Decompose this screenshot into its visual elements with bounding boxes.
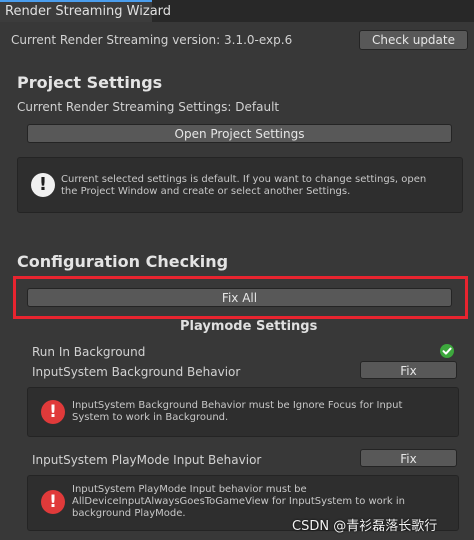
csdn-watermark: CSDN @青衫磊落长歌行	[292, 519, 438, 534]
open-project-settings-button[interactable]: Open Project Settings	[27, 124, 452, 143]
background-behavior-error-box: ! InputSystem Background Behavior must b…	[27, 387, 459, 437]
error-line-2: AllDeviceInputAlwaysGoesToGameView for I…	[72, 496, 405, 507]
info-message-line-2: the Project Window and create or select …	[61, 186, 351, 197]
error-icon: !	[41, 490, 65, 514]
current-settings-text: Current Render Streaming Settings: Defau…	[17, 100, 280, 114]
fix-all-button[interactable]: Fix All	[27, 288, 452, 307]
fix-background-behavior-button[interactable]: Fix	[360, 361, 457, 379]
error-line-2: System to work in Background.	[72, 412, 229, 423]
run-in-background-label: Run In Background	[32, 345, 146, 359]
check-update-button[interactable]: Check update	[359, 30, 468, 50]
project-settings-title: Project Settings	[17, 73, 163, 92]
error-line-1: InputSystem PlayMode Input behavior must…	[72, 484, 307, 495]
info-message-box: ! Current selected settings is default. …	[17, 157, 463, 213]
tab-render-streaming-wizard[interactable]: Render Streaming Wizard	[0, 0, 171, 22]
info-message: Current selected settings is default. If…	[61, 174, 456, 198]
inputsystem-playmode-input-behavior-label: InputSystem PlayMode Input Behavior	[32, 453, 262, 467]
configuration-checking-title: Configuration Checking	[17, 252, 229, 271]
version-text: Current Render Streaming version: 3.1.0-…	[11, 33, 293, 47]
tab-title: Render Streaming Wizard	[5, 4, 172, 19]
inputsystem-background-behavior-label: InputSystem Background Behavior	[32, 365, 241, 379]
playmode-settings-title: Playmode Settings	[180, 319, 318, 334]
info-message-line-1: Current selected settings is default. If…	[61, 174, 427, 185]
checkmark-icon	[440, 344, 454, 358]
background-behavior-error-message: InputSystem Background Behavior must be …	[72, 400, 452, 424]
error-icon: !	[41, 400, 65, 424]
fix-playmode-input-behavior-button[interactable]: Fix	[360, 449, 457, 467]
info-icon: !	[31, 173, 55, 197]
error-line-1: InputSystem Background Behavior must be …	[72, 400, 403, 411]
